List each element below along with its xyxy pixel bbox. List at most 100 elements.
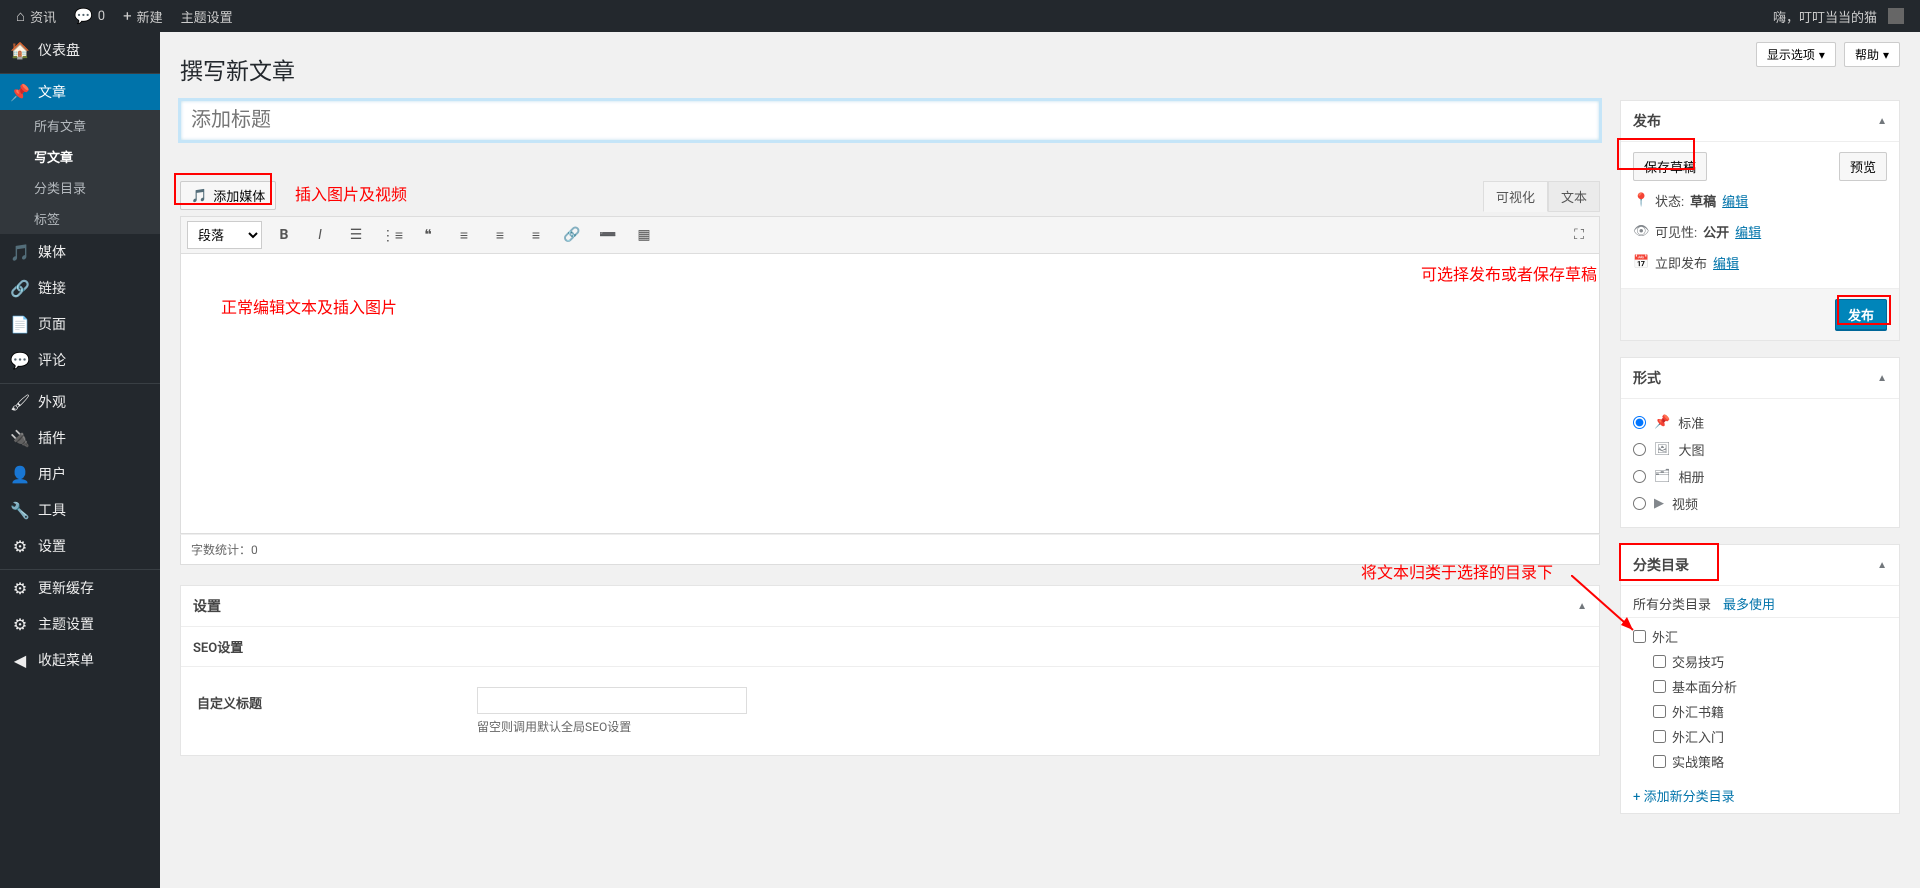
chevron-down-icon: ▾	[1883, 48, 1889, 62]
publish-button[interactable]: 发布	[1835, 299, 1887, 330]
chevron-left-icon: ◀	[10, 651, 30, 670]
comments-link[interactable]: 💬0	[66, 0, 113, 32]
format-select[interactable]: 段落	[187, 221, 262, 249]
numbered-list-button[interactable]: ⋮≡	[378, 221, 406, 249]
save-draft-button[interactable]: 保存草稿	[1633, 152, 1707, 181]
new-link[interactable]: +新建	[115, 0, 171, 32]
format-option[interactable]: ▶ 视频	[1633, 490, 1887, 517]
pin-icon: 📍	[1633, 193, 1649, 208]
tab-visual[interactable]: 可视化	[1483, 181, 1548, 212]
align-center-button[interactable]: ≡	[486, 221, 514, 249]
theme-settings-link[interactable]: 主题设置	[173, 0, 241, 32]
toggle-icon[interactable]: ▲	[1877, 373, 1887, 384]
category-item[interactable]: 实战策略	[1633, 749, 1887, 774]
format-icon: 📌	[1654, 415, 1670, 430]
menu-label: 设置	[38, 536, 66, 556]
menu-theme-settings[interactable]: ⚙主题设置	[0, 606, 160, 642]
toggle-icon[interactable]: ▲	[1577, 601, 1587, 612]
visibility-value: 公开	[1703, 222, 1729, 241]
bold-button[interactable]: B	[270, 221, 298, 249]
fullscreen-button[interactable]: ⛶	[1565, 221, 1593, 249]
quote-button[interactable]: ❝	[414, 221, 442, 249]
box-title: 发布	[1633, 111, 1661, 131]
toggle-icon[interactable]: ▲	[1877, 560, 1887, 571]
menu-settings[interactable]: ⚙设置	[0, 528, 160, 564]
category-item[interactable]: 外汇书籍	[1633, 699, 1887, 724]
category-label: 基本面分析	[1672, 677, 1737, 696]
status-label: 状态:	[1655, 191, 1684, 210]
format-option[interactable]: 🖼 大图	[1633, 436, 1887, 463]
format-radio[interactable]	[1633, 416, 1646, 429]
italic-button[interactable]: I	[306, 221, 334, 249]
submenu-categories[interactable]: 分类目录	[0, 172, 160, 203]
menu-label: 外观	[38, 392, 66, 412]
edit-visibility-link[interactable]: 编辑	[1735, 222, 1761, 241]
category-checkbox[interactable]	[1653, 705, 1666, 718]
menu-plugins[interactable]: 🔌插件	[0, 420, 160, 456]
menu-pages[interactable]: 📄页面	[0, 306, 160, 342]
custom-title-input[interactable]	[477, 687, 747, 714]
category-item[interactable]: 外汇	[1633, 624, 1887, 649]
submenu-tags[interactable]: 标签	[0, 203, 160, 234]
custom-title-label: 自定义标题	[197, 687, 457, 712]
menu-tools[interactable]: 🔧工具	[0, 492, 160, 528]
category-list[interactable]: 外汇 交易技巧 基本面分析 外汇书籍 外汇入门 实战策略 技术面分析 文章分类	[1621, 618, 1899, 778]
status-value: 草稿	[1690, 191, 1716, 210]
category-item[interactable]: 外汇入门	[1633, 724, 1887, 749]
menu-collapse[interactable]: ◀收起菜单	[0, 642, 160, 678]
link-button[interactable]: 🔗	[558, 221, 586, 249]
help-button[interactable]: 帮助 ▾	[1844, 42, 1900, 67]
format-option[interactable]: 🗂 相册	[1633, 463, 1887, 490]
add-category-link[interactable]: + 添加新分类目录	[1621, 778, 1899, 813]
format-radio[interactable]	[1633, 470, 1646, 483]
schedule-label: 立即发布	[1655, 253, 1707, 272]
toggle-icon[interactable]: ▲	[1877, 116, 1887, 127]
preview-button[interactable]: 预览	[1839, 152, 1887, 181]
tab-all-categories[interactable]: 所有分类目录	[1633, 594, 1711, 613]
site-link[interactable]: ⌂资讯	[8, 0, 64, 32]
category-item[interactable]: 交易技巧	[1633, 649, 1887, 674]
admin-topbar: ⌂资讯 💬0 +新建 主题设置 嗨，叮叮当当的猫	[0, 0, 1920, 32]
menu-label: 仪表盘	[38, 40, 80, 60]
menu-label: 媒体	[38, 242, 66, 262]
submenu-new-post[interactable]: 写文章	[0, 141, 160, 172]
new-label: 新建	[137, 7, 163, 26]
category-item[interactable]: 基本面分析	[1633, 674, 1887, 699]
more-button[interactable]: ➖	[594, 221, 622, 249]
menu-comments[interactable]: 💬评论	[0, 342, 160, 378]
format-option[interactable]: 📌 标准	[1633, 409, 1887, 436]
user-icon: 👤	[10, 465, 30, 484]
menu-links[interactable]: 🔗链接	[0, 270, 160, 306]
edit-schedule-link[interactable]: 编辑	[1713, 253, 1739, 272]
menu-dashboard[interactable]: 🏠仪表盘	[0, 32, 160, 68]
menu-media[interactable]: 🎵媒体	[0, 234, 160, 270]
tab-most-used[interactable]: 最多使用	[1723, 594, 1775, 613]
menu-update-cache[interactable]: ⚙更新缓存	[0, 570, 160, 606]
category-checkbox[interactable]	[1633, 630, 1646, 643]
category-checkbox[interactable]	[1653, 755, 1666, 768]
menu-appearance[interactable]: 🖌外观	[0, 384, 160, 420]
bullet-list-button[interactable]: ☰	[342, 221, 370, 249]
format-radio[interactable]	[1633, 443, 1646, 456]
category-checkbox[interactable]	[1653, 730, 1666, 743]
link-icon: 🔗	[10, 279, 30, 298]
add-media-button[interactable]: 🎵添加媒体	[180, 181, 276, 210]
user-greeting[interactable]: 嗨，叮叮当当的猫	[1765, 0, 1912, 32]
screen-options-button[interactable]: 显示选项 ▾	[1756, 42, 1836, 67]
format-radio[interactable]	[1633, 497, 1646, 510]
menu-posts[interactable]: 📌文章	[0, 74, 160, 110]
category-checkbox[interactable]	[1653, 655, 1666, 668]
tab-text[interactable]: 文本	[1548, 181, 1600, 212]
category-label: 技术面分析	[1672, 777, 1737, 778]
editor-content[interactable]: 正常编辑文本及插入图片	[180, 254, 1600, 534]
post-title-input[interactable]	[180, 100, 1600, 141]
media-icon: 🎵	[191, 188, 207, 204]
submenu-all-posts[interactable]: 所有文章	[0, 110, 160, 141]
box-title: 形式	[1633, 368, 1661, 388]
toolbar-toggle-button[interactable]: ▦	[630, 221, 658, 249]
edit-status-link[interactable]: 编辑	[1722, 191, 1748, 210]
align-left-button[interactable]: ≡	[450, 221, 478, 249]
align-right-button[interactable]: ≡	[522, 221, 550, 249]
menu-users[interactable]: 👤用户	[0, 456, 160, 492]
category-checkbox[interactable]	[1653, 680, 1666, 693]
